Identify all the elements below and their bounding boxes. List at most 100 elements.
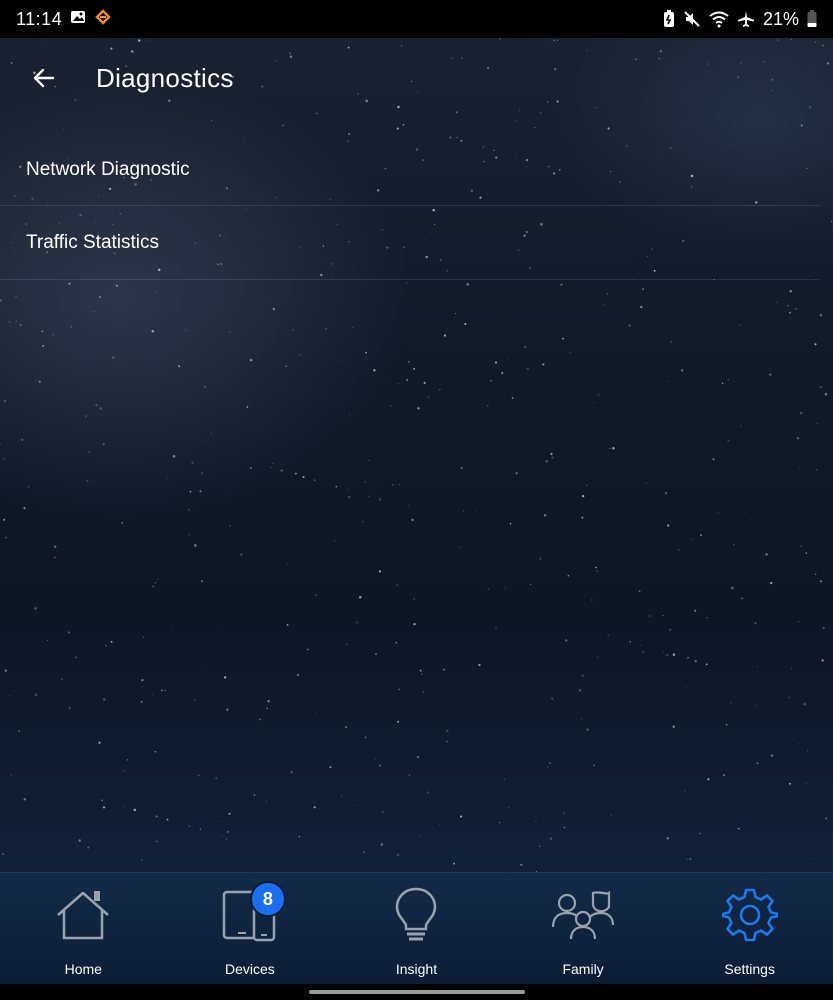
star — [645, 482, 648, 484]
star — [538, 845, 541, 848]
star — [507, 358, 509, 359]
star — [721, 382, 724, 385]
star — [562, 337, 564, 340]
star — [490, 379, 492, 382]
nav-item-family[interactable]: Family — [500, 873, 667, 985]
star — [423, 381, 426, 385]
star — [712, 458, 715, 461]
star — [362, 851, 366, 854]
lightbulb-icon — [384, 883, 448, 947]
star — [19, 324, 22, 326]
star — [102, 443, 105, 446]
menu-item-network-diagnostic[interactable]: Network Diagnostic — [0, 134, 820, 206]
star — [47, 639, 49, 641]
star — [215, 777, 218, 780]
nav-item-settings[interactable]: Settings — [666, 873, 833, 985]
star — [224, 676, 227, 679]
star — [689, 857, 692, 861]
star — [586, 484, 588, 486]
star — [226, 708, 229, 711]
star — [85, 479, 89, 483]
star — [99, 407, 102, 410]
star — [699, 832, 701, 835]
star — [756, 762, 759, 765]
nav-item-devices[interactable]: 8 Devices — [167, 873, 334, 985]
star — [666, 837, 669, 840]
star — [2, 853, 5, 855]
star — [455, 312, 457, 315]
star — [408, 505, 409, 507]
star — [419, 835, 421, 837]
star — [796, 437, 800, 440]
star — [769, 373, 772, 376]
back-button[interactable] — [24, 58, 64, 98]
star — [727, 379, 729, 381]
star — [406, 379, 409, 381]
app-notification-icon — [94, 8, 112, 30]
app-screen: 11:14 21% Diagnostics Network Diagnostic… — [0, 0, 833, 1000]
star — [596, 570, 598, 572]
star — [798, 466, 800, 468]
star — [526, 367, 529, 370]
gesture-handle[interactable] — [309, 990, 525, 994]
star — [397, 383, 399, 385]
star — [397, 720, 400, 723]
star — [794, 308, 797, 310]
nav-item-insight[interactable]: Insight — [333, 873, 500, 985]
star — [344, 726, 348, 729]
status-left: 11:14 — [16, 9, 112, 30]
star — [152, 585, 154, 588]
star — [302, 475, 305, 479]
home-icon — [51, 883, 115, 947]
star — [191, 461, 194, 465]
star — [229, 331, 231, 333]
star — [15, 295, 17, 298]
star — [800, 124, 803, 127]
star — [504, 588, 506, 590]
star — [503, 778, 505, 780]
star — [315, 594, 318, 597]
star — [249, 358, 253, 362]
star — [396, 127, 399, 130]
star — [649, 615, 651, 617]
star — [315, 713, 317, 715]
star — [581, 516, 584, 519]
star — [738, 827, 740, 830]
star — [567, 574, 570, 577]
battery-percent: 21% — [762, 8, 799, 29]
star — [88, 451, 90, 453]
star — [442, 668, 445, 671]
battery-icon — [807, 10, 817, 28]
star — [123, 770, 125, 772]
star — [341, 360, 343, 362]
star — [228, 812, 231, 815]
star — [121, 521, 124, 524]
star — [819, 580, 822, 583]
star — [805, 552, 808, 554]
star — [524, 346, 526, 348]
star — [18, 730, 20, 732]
star — [765, 553, 768, 556]
nav-label: Insight — [395, 961, 438, 977]
star — [0, 299, 2, 302]
star — [564, 639, 568, 642]
status-right: 21% — [663, 9, 817, 30]
star — [282, 124, 285, 127]
menu-item-traffic-statistics[interactable]: Traffic Statistics — [0, 206, 820, 280]
star — [487, 588, 490, 591]
star — [10, 773, 13, 776]
battery-saver-icon — [663, 10, 675, 28]
nav-item-home[interactable]: Home — [0, 873, 167, 985]
star — [396, 584, 398, 587]
star — [543, 514, 547, 517]
star — [161, 689, 163, 692]
star — [189, 490, 192, 493]
star — [408, 774, 411, 777]
star — [398, 483, 400, 485]
star — [171, 628, 173, 630]
star — [395, 642, 397, 644]
star — [515, 120, 517, 122]
star — [667, 524, 670, 527]
star — [731, 586, 734, 590]
mute-icon — [683, 10, 701, 28]
